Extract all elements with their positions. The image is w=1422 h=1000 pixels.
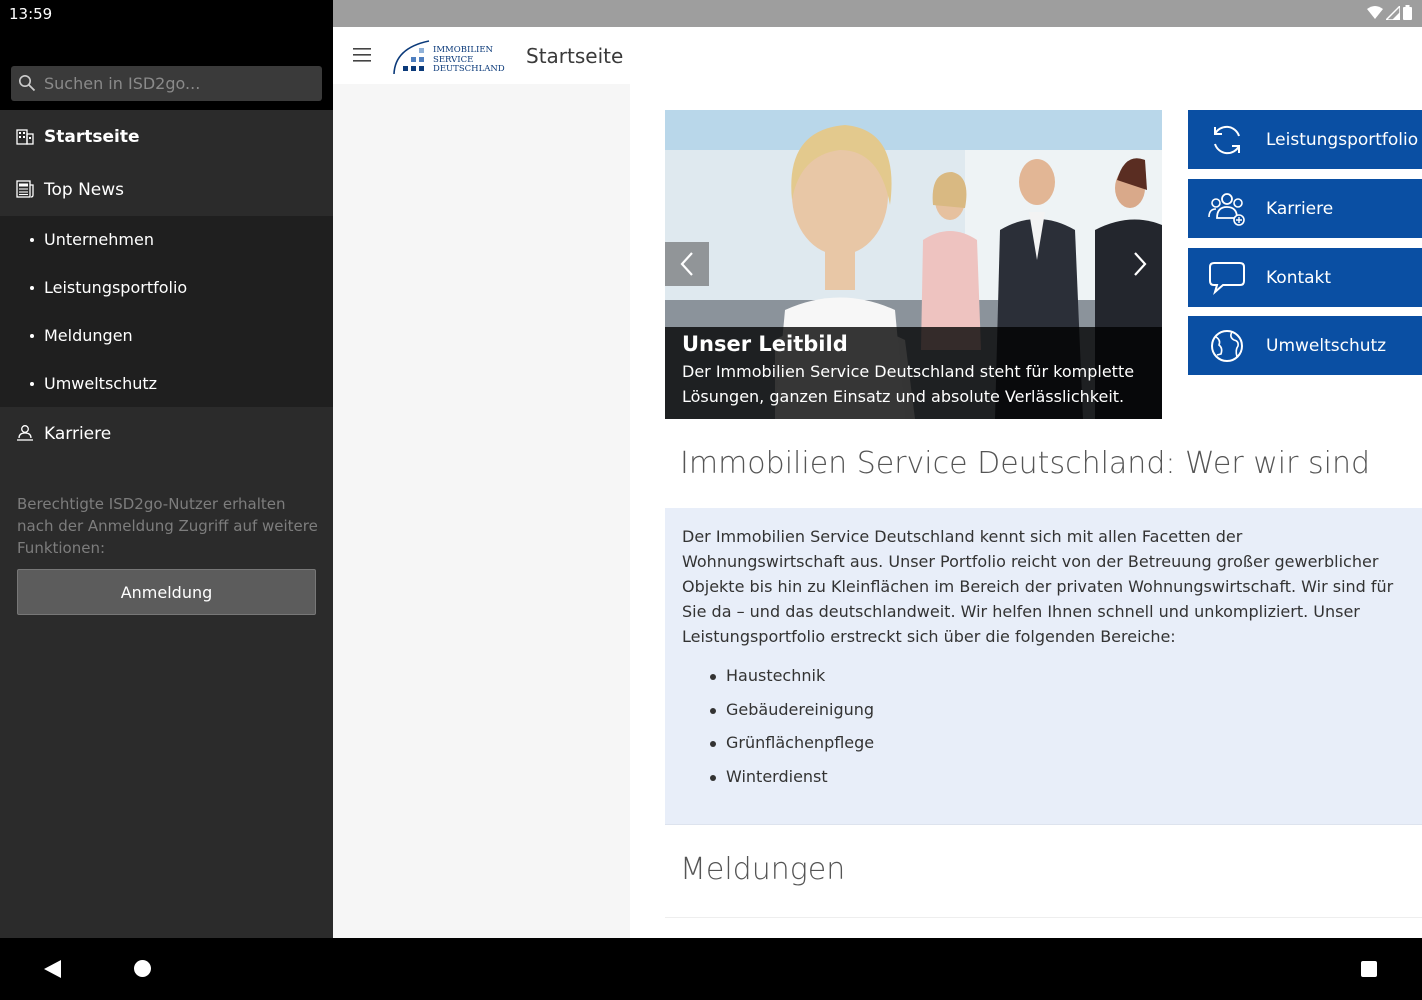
top-news-submenu: Unternehmen Leistungsportfolio Meldungen… (0, 216, 333, 407)
status-time: 13:59 (9, 5, 53, 23)
list-item: Gebäudereinigung (710, 700, 874, 734)
recent-apps-icon[interactable] (1361, 961, 1377, 977)
carousel-prev-button[interactable] (665, 242, 709, 286)
newspaper-icon (16, 180, 34, 198)
submenu-item-leistungsportfolio[interactable]: Leistungsportfolio (0, 264, 333, 311)
submenu-item-label: Meldungen (44, 326, 133, 345)
navigation-drawer: Startseite Top News Unternehmen Leistung… (0, 27, 333, 938)
side-pane (333, 84, 630, 938)
drawer-item-label: Karriere (44, 423, 112, 444)
about-info-box: Der Immobilien Service Deutschland kennt… (665, 508, 1422, 825)
bullet-icon (30, 285, 34, 290)
refresh-icon (1214, 125, 1240, 155)
team-icon (1208, 193, 1245, 226)
logo-text: IMMOBILIEN SERVICE DEUTSCHLAND (433, 45, 505, 74)
status-bar-left: 13:59 (0, 0, 333, 27)
drawer-item-label: Top News (44, 179, 125, 200)
submenu-item-label: Leistungsportfolio (44, 278, 188, 297)
login-button[interactable]: Anmeldung (17, 569, 316, 615)
carousel-caption-title: Unser Leitbild (682, 332, 848, 356)
tile-label: Umweltschutz (1266, 335, 1387, 356)
tile-umweltschutz[interactable]: Umweltschutz (1188, 316, 1422, 375)
section-heading-meldungen: Meldungen (680, 852, 846, 887)
signal-icon (1386, 5, 1400, 20)
person-desk-icon (17, 425, 33, 441)
submenu-item-label: Unternehmen (44, 230, 154, 249)
tile-leistungsportfolio[interactable]: Leistungsportfolio (1188, 110, 1422, 169)
services-list: Haustechnik Gebäudereinigung Grünflächen… (710, 666, 874, 800)
bullet-icon (30, 381, 34, 386)
search-icon (19, 75, 36, 92)
search-box[interactable] (11, 66, 322, 101)
drawer-item-karriere[interactable]: Karriere (0, 407, 333, 460)
submenu-item-unternehmen[interactable]: Unternehmen (0, 216, 333, 263)
wifi-icon (1367, 5, 1383, 19)
system-nav-bar (0, 938, 1422, 1000)
tile-karriere[interactable]: Karriere (1188, 179, 1422, 238)
home-icon[interactable] (134, 960, 151, 977)
search-input[interactable] (44, 66, 314, 101)
section-heading-about: Immobilien Service Deutschland: Wer wir … (680, 446, 1370, 481)
status-bar-right (333, 0, 1422, 27)
carousel-caption-text: Der Immobilien Service Deutschland steht… (682, 362, 1135, 406)
list-item: Haustechnik (710, 666, 874, 700)
back-icon[interactable] (44, 960, 61, 978)
building-icon (16, 129, 34, 145)
submenu-item-label: Umweltschutz (44, 374, 158, 393)
tile-label: Leistungsportfolio (1266, 129, 1419, 150)
chevron-left-icon (680, 252, 693, 276)
drawer-item-startseite[interactable]: Startseite (0, 110, 333, 163)
list-item: Winterdienst (710, 767, 874, 801)
battery-icon (1403, 5, 1412, 20)
drawer-item-top-news[interactable]: Top News (0, 163, 333, 216)
app-bar: IMMOBILIEN SERVICE DEUTSCHLAND Startseit… (333, 27, 1422, 84)
logo-mark (393, 40, 430, 75)
news-card[interactable] (665, 917, 1422, 938)
list-item: Grünflächenpflege (710, 733, 874, 767)
globe-icon (1211, 330, 1243, 362)
tile-label: Karriere (1266, 198, 1334, 219)
company-logo: IMMOBILIEN SERVICE DEUTSCHLAND (391, 38, 505, 76)
chat-bubble-icon (1209, 262, 1245, 295)
page-title: Startseite (526, 44, 624, 68)
about-intro-text: Der Immobilien Service Deutschland kennt… (682, 527, 1394, 646)
chevron-right-icon (1134, 252, 1147, 276)
main-content: Unser Leitbild Der Immobilien Service De… (630, 84, 1422, 938)
drawer-item-label: Startseite (44, 126, 140, 147)
submenu-item-umweltschutz[interactable]: Umweltschutz (0, 360, 333, 407)
submenu-item-meldungen[interactable]: Meldungen (0, 312, 333, 359)
bullet-icon (30, 333, 34, 338)
tile-kontakt[interactable]: Kontakt (1188, 248, 1422, 307)
carousel-next-button[interactable] (1118, 242, 1162, 286)
tile-label: Kontakt (1266, 267, 1332, 288)
bullet-icon (30, 237, 34, 242)
image-carousel[interactable]: Unser Leitbild Der Immobilien Service De… (665, 110, 1162, 419)
menu-icon[interactable] (353, 47, 371, 63)
login-note: Berechtigte ISD2go-Nutzer erhalten nach … (17, 495, 318, 557)
